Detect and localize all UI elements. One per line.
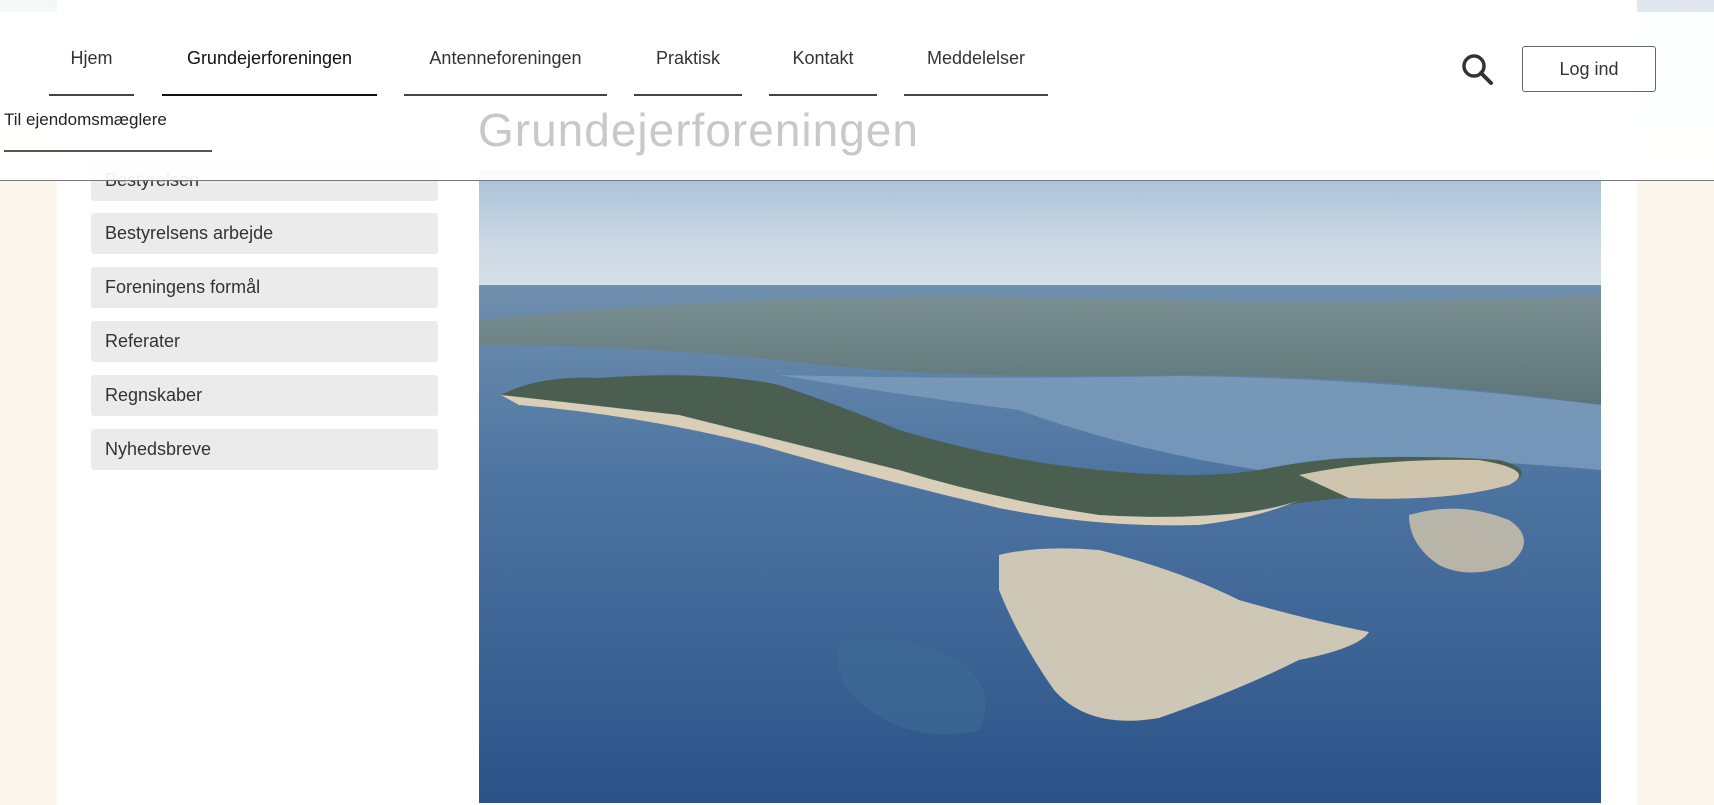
sidebar-item-label: Bestyrelsens arbejde [105,223,274,243]
realtor-link-label: Til ejendomsmæglere [4,110,167,129]
login-button[interactable]: Log ind [1522,46,1656,92]
nav-meddelelser[interactable]: Meddelelser [904,48,1048,96]
nav-grundejerforeningen[interactable]: Grundejerforeningen [162,48,377,96]
nav-label: Grundejerforeningen [186,48,353,68]
nav-label: Antenneforeningen [429,48,582,68]
nav-praktisk[interactable]: Praktisk [634,48,742,96]
nav-hjem[interactable]: Hjem [49,48,134,96]
page-title: Grundejerforeningen [478,104,919,156]
hero-image [479,170,1601,803]
sidebar-item-label: Regnskaber [105,385,203,405]
nav-label: Meddelelser [926,48,1026,68]
sidebar-item-foreningens-formaal[interactable]: Foreningens formål [91,267,438,308]
nav-label: Praktisk [655,48,720,68]
nav-label: Kontakt [792,48,854,68]
realtor-link[interactable]: Til ejendomsmæglere [4,110,212,152]
nav-antenneforeningen[interactable]: Antenneforeningen [404,48,607,96]
sidebar-item-referater[interactable]: Referater [91,321,438,362]
sidebar-item-label: Nyhedsbreve [105,439,212,459]
nav-kontakt[interactable]: Kontakt [769,48,877,96]
sidebar-item-label: Foreningens formål [105,277,261,297]
search-icon[interactable] [1460,52,1494,86]
sidebar-item-regnskaber[interactable]: Regnskaber [91,375,438,416]
sidebar-item-nyhedsbreve[interactable]: Nyhedsbreve [91,429,438,470]
sidebar-item-label: Referater [105,331,181,351]
nav-label: Hjem [70,48,113,68]
login-label: Log ind [1559,58,1619,79]
sidebar-item-bestyrelsens-arbejde[interactable]: Bestyrelsens arbejde [91,213,438,254]
